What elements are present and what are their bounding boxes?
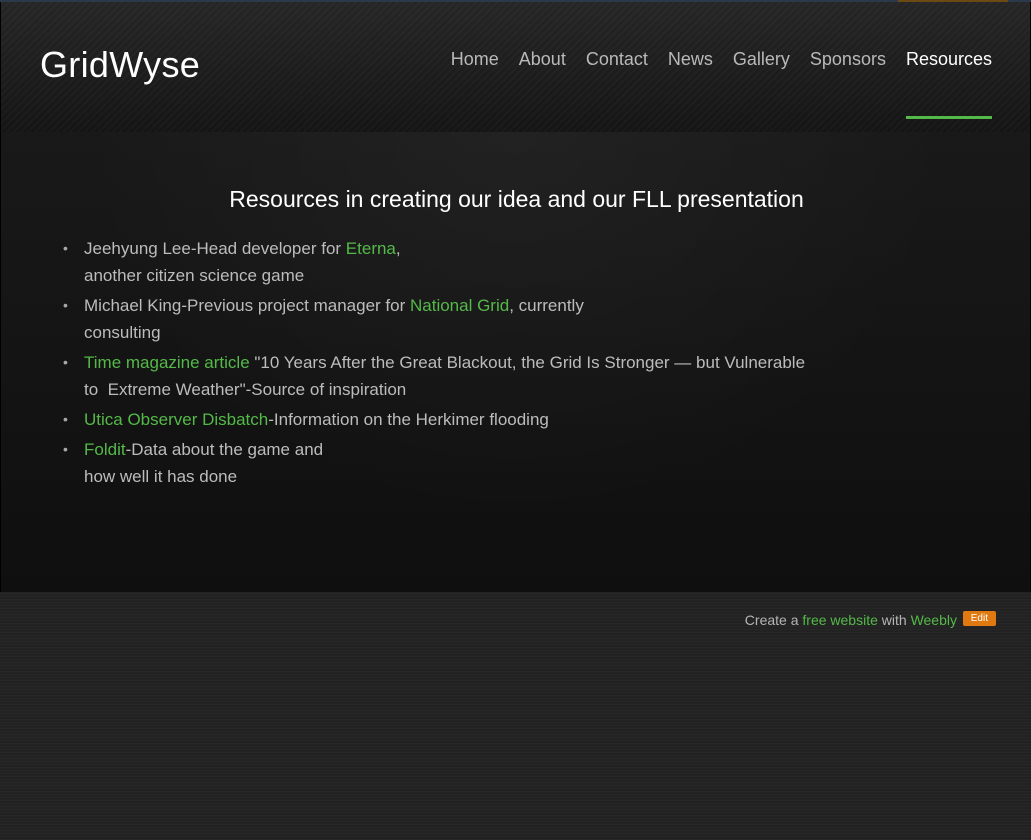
site-header: GridWyse Home About Contact News Gallery… bbox=[0, 2, 1031, 132]
nav-contact[interactable]: Contact bbox=[586, 49, 648, 70]
utica-observer-link[interactable]: Utica Observer Disbatch bbox=[84, 410, 268, 429]
credit-text: Create a bbox=[744, 612, 799, 628]
item-text: , bbox=[395, 239, 401, 258]
weebly-credit: Create a free website with Weebly bbox=[745, 612, 957, 628]
nav-about[interactable]: About bbox=[519, 49, 566, 70]
list-item: Foldit-Data about the game and how well … bbox=[61, 436, 881, 490]
item-text: , currently bbox=[509, 296, 584, 315]
nav-resources[interactable]: Resources bbox=[905, 49, 993, 119]
list-item: Michael King-Previous project manager fo… bbox=[61, 292, 881, 346]
eterna-link[interactable]: Eterna bbox=[346, 239, 396, 258]
site-logo[interactable]: GridWyse bbox=[40, 44, 200, 86]
foldit-link[interactable]: Foldit bbox=[84, 440, 126, 459]
list-item: Jeehyung Lee-Head developer for Eterna, … bbox=[61, 235, 881, 289]
national-grid-link[interactable]: National Grid bbox=[410, 296, 509, 315]
nav-gallery[interactable]: Gallery bbox=[733, 49, 790, 70]
item-text-line2: another citizen science game bbox=[84, 266, 305, 285]
nav-news[interactable]: News bbox=[668, 49, 713, 70]
page-title: Resources in creating our idea and our F… bbox=[229, 186, 804, 212]
weebly-link[interactable]: Weebly bbox=[911, 612, 957, 628]
item-text: -Information on the Herkimer flooding bbox=[268, 410, 549, 429]
site-footer: Create a free website with Weebly Edit bbox=[0, 592, 1031, 840]
list-item: Time magazine article "10 Years After th… bbox=[61, 349, 881, 403]
item-text-line2: to Extreme Weather"-Source of inspiratio… bbox=[84, 380, 407, 399]
main-content: Resources in creating our idea and our F… bbox=[0, 132, 1031, 592]
edit-button[interactable]: Edit bbox=[962, 611, 996, 626]
free-website-link[interactable]: free website bbox=[802, 612, 877, 628]
nav-home[interactable]: Home bbox=[451, 49, 499, 70]
list-item: Utica Observer Disbatch-Information on t… bbox=[61, 406, 881, 433]
item-text: "10 Years After the Great Blackout, the … bbox=[249, 353, 806, 372]
credit-text: with bbox=[881, 612, 907, 628]
resource-list: Jeehyung Lee-Head developer for Eterna , … bbox=[61, 235, 881, 493]
item-text: Jeehyung Lee-Head developer for bbox=[84, 239, 346, 258]
item-text: Michael King-Previous project manager fo… bbox=[84, 296, 410, 315]
item-text-line2: consulting bbox=[84, 323, 161, 342]
time-magazine-link[interactable]: Time magazine article bbox=[84, 353, 250, 372]
item-text: -Data about the game and bbox=[125, 440, 324, 459]
item-text-line2: how well it has done bbox=[84, 467, 238, 486]
main-nav: Home About Contact News Gallery Sponsors… bbox=[431, 49, 993, 119]
nav-sponsors[interactable]: Sponsors bbox=[810, 49, 886, 70]
